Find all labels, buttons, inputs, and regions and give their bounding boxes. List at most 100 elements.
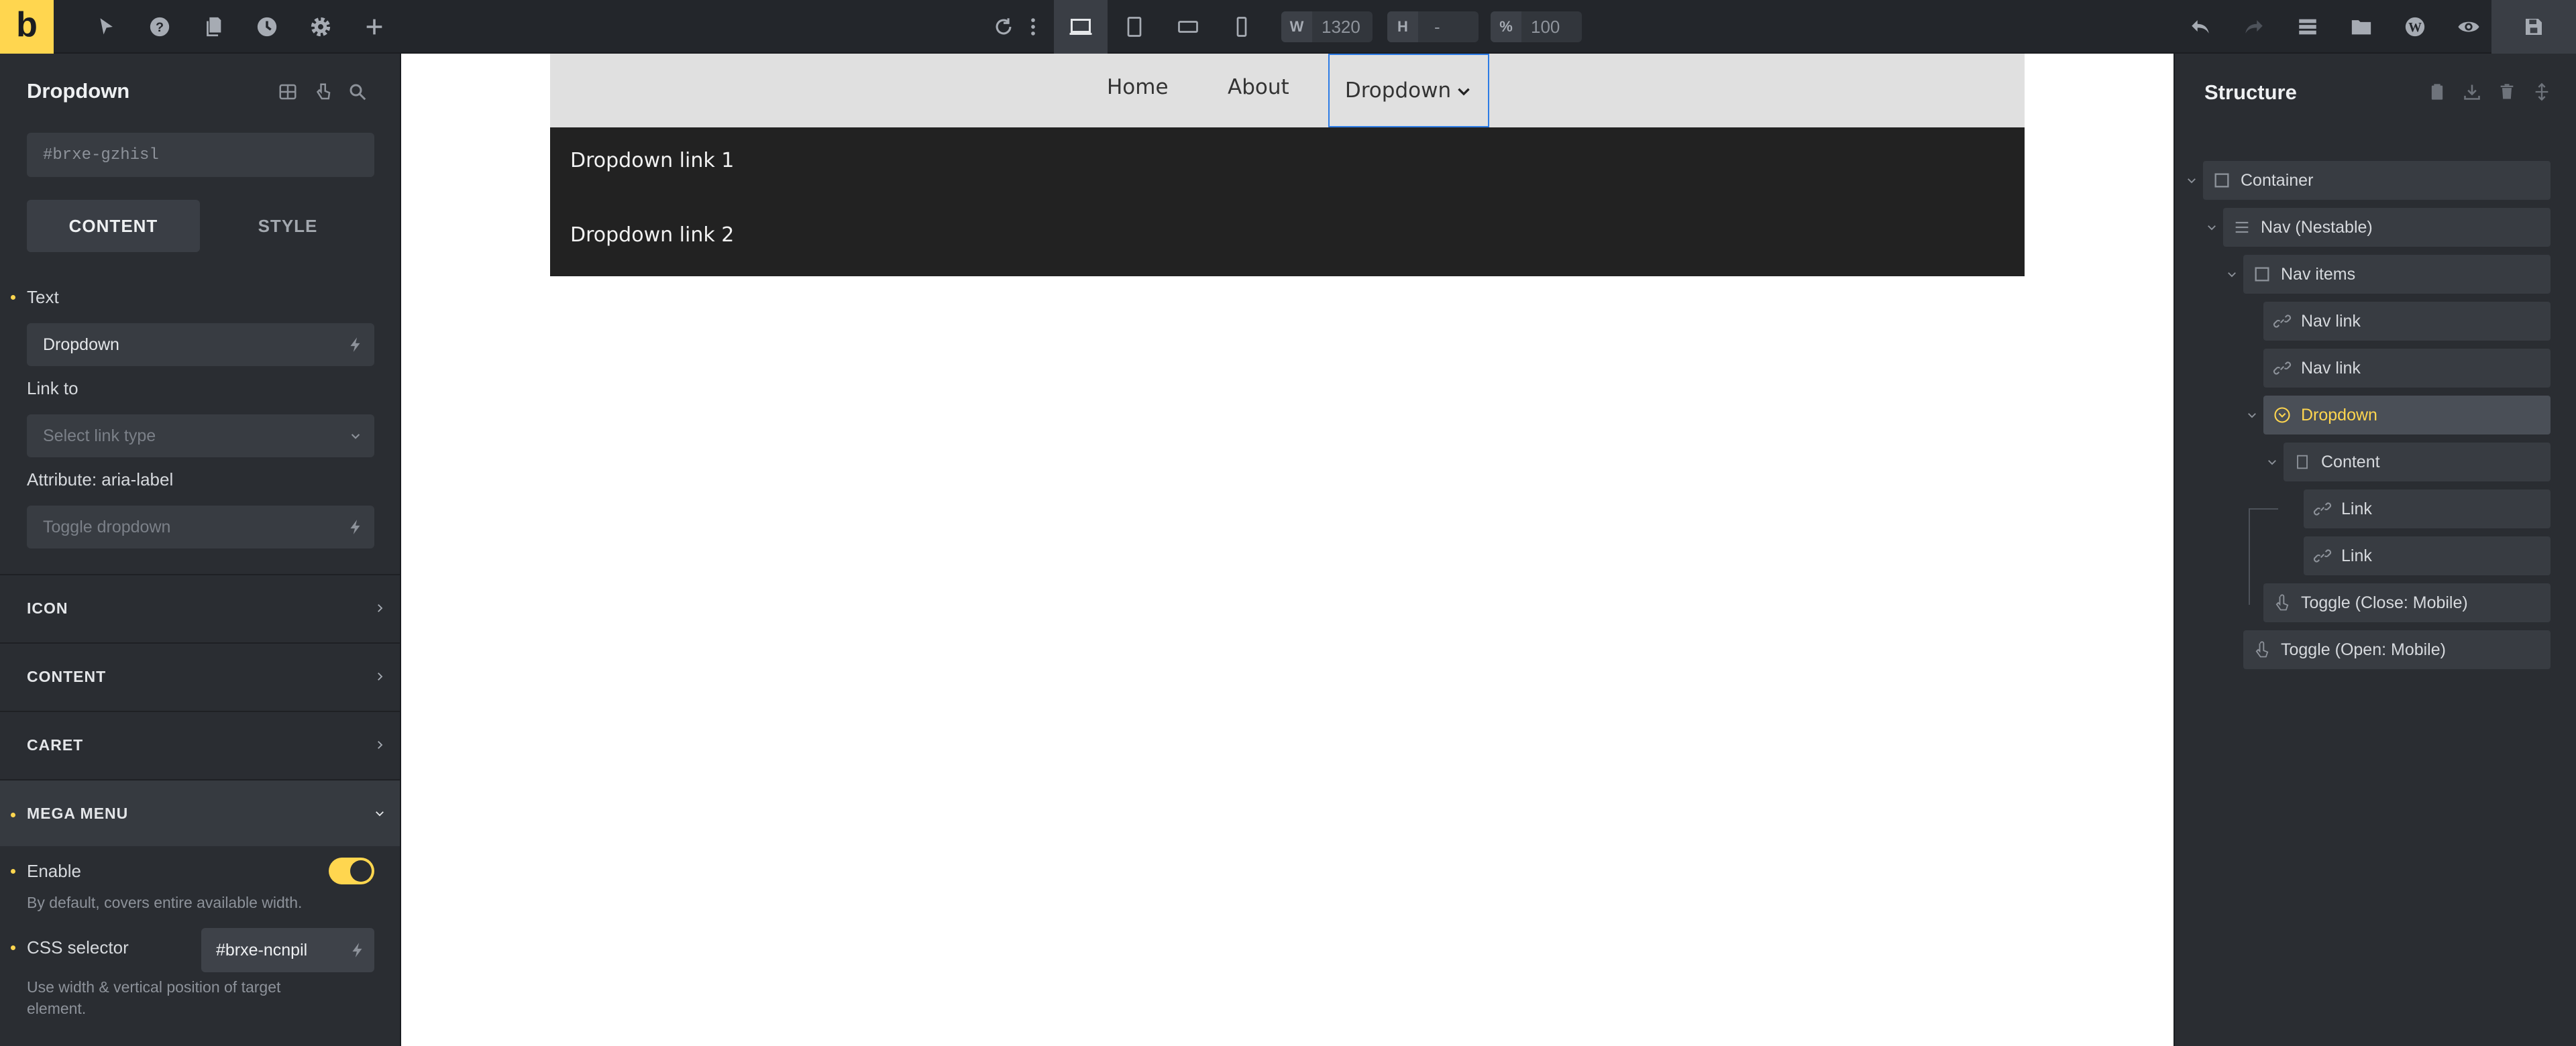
panel-title: Dropdown: [27, 79, 130, 103]
structure-item-dropdown[interactable]: Dropdown: [2263, 396, 2551, 434]
svg-text:?: ?: [156, 20, 164, 35]
container-icon: [2203, 161, 2241, 200]
element-classes-icon[interactable]: [276, 80, 299, 103]
preview-canvas[interactable]: Home About Dropdown Dropdown link 1 Drop…: [401, 54, 2174, 1046]
dropdown-toggle[interactable]: Dropdown: [1328, 54, 1489, 127]
structure-item-link[interactable]: Link: [2304, 489, 2551, 528]
modified-indicator: [11, 945, 15, 950]
structure-item-label: Link: [2341, 546, 2372, 565]
pages-icon[interactable]: [200, 13, 227, 40]
settings-tabs: CONTENT STYLE: [27, 200, 374, 252]
dropdown-link-2[interactable]: Dropdown link 2: [570, 223, 734, 247]
tablet-portrait-icon[interactable]: [1108, 0, 1161, 54]
dropdown-link-1[interactable]: Dropdown link 1: [570, 149, 734, 172]
toggle-knob: [350, 860, 372, 882]
logo[interactable]: b: [0, 0, 54, 54]
chevron-right-icon: [360, 671, 400, 683]
add-icon[interactable]: [361, 13, 388, 40]
history-icon[interactable]: [254, 13, 280, 40]
scale-control[interactable]: % 100: [1491, 11, 1582, 42]
trash-icon[interactable]: [2496, 80, 2518, 103]
css-selector-input[interactable]: #brxe-ncnpil: [201, 928, 374, 972]
width-control[interactable]: W 1320: [1281, 11, 1373, 42]
scale-label: %: [1491, 11, 1521, 42]
css-selector-label: CSS selector: [27, 937, 129, 957]
structure-item-label: Toggle (Open: Mobile): [2281, 640, 2446, 659]
text-input-value: Dropdown: [43, 335, 119, 354]
width-value[interactable]: 1320: [1312, 17, 1373, 38]
element-id-field[interactable]: #brxe-gzhisl: [27, 133, 374, 177]
expand-caret-icon[interactable]: [2204, 219, 2220, 235]
link-type-select[interactable]: Select link type: [27, 414, 374, 457]
mobile-portrait-icon[interactable]: [1215, 0, 1269, 54]
reload-icon[interactable]: [990, 13, 1017, 40]
preview-eye-icon[interactable]: [2455, 13, 2482, 40]
structure-item-toggle-open[interactable]: Toggle (Open: Mobile): [2243, 630, 2551, 669]
structure-item-label: Nav link: [2301, 358, 2361, 377]
structure-item-nav-link[interactable]: Nav link: [2263, 302, 2551, 341]
structure-panel: Structure Container Nav (Nestable) Nav i…: [2174, 54, 2576, 1046]
height-control[interactable]: H -: [1387, 11, 1479, 42]
structure-item-nav-items[interactable]: Nav items: [2243, 255, 2551, 294]
text-input[interactable]: Dropdown: [27, 323, 374, 366]
expand-caret-icon[interactable]: [2224, 266, 2240, 282]
nav-link-about[interactable]: About: [1228, 75, 1289, 99]
mobile-landscape-icon[interactable]: [1161, 0, 1215, 54]
top-toolbar: b ? W 1320 H - % 100 W: [0, 0, 2576, 54]
aria-label-input[interactable]: Toggle dropdown: [27, 506, 374, 548]
element-settings-panel: Dropdown #brxe-gzhisl CONTENT STYLE Text…: [0, 54, 401, 1046]
settings-gear-icon[interactable]: [307, 13, 334, 40]
dropdown-label: Dropdown: [1344, 78, 1452, 103]
structure-item-label: Content: [2321, 452, 2380, 471]
undo-icon[interactable]: [2187, 13, 2214, 40]
structure-item-nav-link[interactable]: Nav link: [2263, 349, 2551, 388]
pointer-icon[interactable]: [93, 13, 119, 40]
layers-icon[interactable]: [2294, 13, 2321, 40]
redo-icon[interactable]: [2241, 13, 2267, 40]
structure-item-label: Container: [2241, 170, 2314, 190]
structure-item-label: Toggle (Close: Mobile): [2301, 593, 2468, 612]
clipboard-icon[interactable]: [2426, 80, 2449, 103]
enable-toggle[interactable]: [329, 858, 374, 884]
nav-bar[interactable]: Home About Dropdown: [550, 54, 2025, 127]
dynamic-data-icon[interactable]: [341, 941, 374, 959]
link-type-placeholder: Select link type: [43, 426, 156, 445]
download-icon[interactable]: [2461, 80, 2483, 103]
modified-indicator: [11, 813, 15, 817]
expand-caret-icon[interactable]: [2244, 407, 2260, 423]
tab-style[interactable]: STYLE: [201, 200, 374, 252]
section-caret[interactable]: CARET: [0, 711, 400, 778]
help-icon[interactable]: ?: [146, 13, 173, 40]
structure-item-container[interactable]: Container: [2203, 161, 2551, 200]
link-to-label: Link to: [27, 378, 78, 398]
dynamic-data-icon[interactable]: [337, 506, 374, 548]
nav-link-home[interactable]: Home: [1107, 75, 1169, 99]
dropdown-content: Dropdown link 1 Dropdown link 2: [550, 127, 2025, 276]
chevron-down-icon: [1458, 88, 1470, 96]
structure-item-content[interactable]: Content: [2284, 443, 2551, 481]
section-mega-menu[interactable]: MEGA MENU: [0, 779, 400, 846]
structure-item-link[interactable]: Link: [2304, 536, 2551, 575]
section-mega-menu-title: MEGA MENU: [27, 804, 129, 822]
structure-item-toggle-close[interactable]: Toggle (Close: Mobile): [2263, 583, 2551, 622]
folder-icon[interactable]: [2348, 13, 2375, 40]
section-content[interactable]: CONTENT: [0, 642, 400, 709]
tab-content[interactable]: CONTENT: [27, 200, 200, 252]
hand-icon: [2243, 630, 2281, 669]
search-icon[interactable]: [346, 80, 369, 103]
dynamic-data-icon[interactable]: [337, 323, 374, 366]
svg-text:W: W: [2408, 20, 2422, 35]
css-selector-help-line-1: Use width & vertical position of target: [27, 978, 281, 996]
expand-caret-icon[interactable]: [2184, 172, 2200, 188]
desktop-breakpoint-icon[interactable]: [1054, 0, 1108, 54]
section-icon[interactable]: ICON: [0, 574, 400, 641]
more-vertical-icon[interactable]: [1020, 13, 1046, 40]
expand-icon[interactable]: [2530, 80, 2553, 103]
structure-item-nav-nestable[interactable]: Nav (Nestable): [2223, 208, 2551, 247]
save-button[interactable]: [2491, 0, 2576, 54]
interactions-icon[interactable]: [311, 80, 334, 103]
wordpress-icon[interactable]: W: [2402, 13, 2428, 40]
scale-value[interactable]: 100: [1521, 17, 1582, 38]
expand-caret-icon[interactable]: [2264, 454, 2280, 470]
height-value[interactable]: -: [1418, 17, 1479, 38]
